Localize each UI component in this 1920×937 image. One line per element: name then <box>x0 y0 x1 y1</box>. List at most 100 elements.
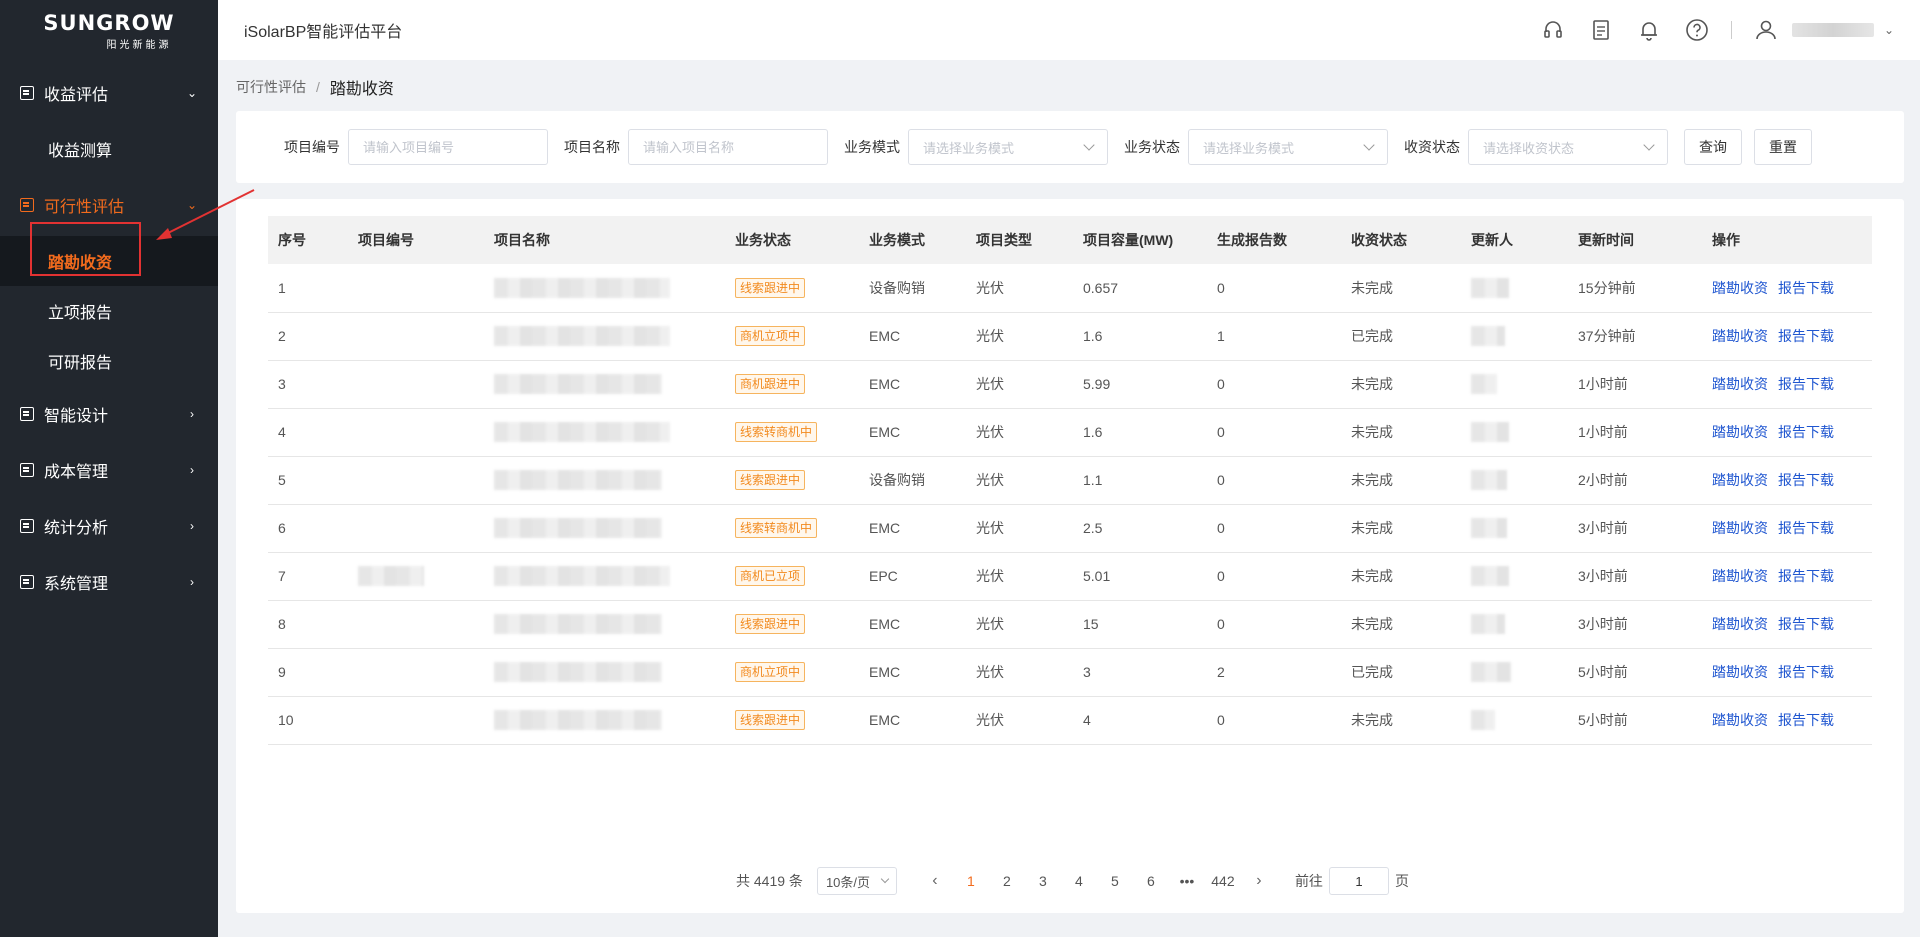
survey-collect-link[interactable]: 踏勘收资 <box>1712 712 1768 728</box>
cell-status: 商机立项中 <box>725 312 859 360</box>
survey-collect-link[interactable]: 踏勘收资 <box>1712 616 1768 632</box>
redacted-project-name <box>494 710 662 730</box>
document-icon[interactable] <box>1589 18 1613 42</box>
menu-group-label: 成本管理 <box>44 464 109 481</box>
page-number[interactable]: 4 <box>1061 873 1097 889</box>
page-number[interactable]: 3 <box>1025 873 1061 889</box>
menu-item-survey-collect[interactable]: 踏勘收资 <box>0 236 218 286</box>
collect-status-select[interactable]: 请选择收资状态 <box>1468 129 1668 165</box>
report-download-link[interactable]: 报告下载 <box>1778 280 1834 296</box>
bell-icon[interactable] <box>1637 18 1661 42</box>
report-download-link[interactable]: 报告下载 <box>1778 520 1834 536</box>
cell-project-name <box>484 600 725 648</box>
reset-button[interactable]: 重置 <box>1754 129 1812 165</box>
cell-capacity: 3 <box>1083 664 1091 680</box>
report-download-link[interactable]: 报告下载 <box>1778 472 1834 488</box>
cell-no: 2 <box>278 328 286 344</box>
chevron-down-icon <box>1083 139 1095 151</box>
menu-group-label: 系统管理 <box>44 576 109 593</box>
status-badge: 商机已立项 <box>735 566 806 586</box>
table-row: 1 线索跟进中 设备购销 光伏 0.657 0 未完成 15分钟前 踏勘收资 报告下载 <box>268 264 1872 312</box>
cell-no: 5 <box>278 472 286 488</box>
report-download-link[interactable]: 报告下载 <box>1778 424 1834 440</box>
cell-project-name <box>484 504 725 552</box>
cell-update-time: 37分钟前 <box>1578 328 1636 344</box>
goto-page-input[interactable] <box>1328 867 1389 895</box>
cell-mode: EMC <box>869 424 901 440</box>
chevron-down-icon <box>880 874 890 884</box>
report-icon <box>20 86 34 100</box>
chevron-right-icon: › <box>190 463 194 477</box>
menu-group-feasibility[interactable]: 可行性评估 ⌄ <box>0 174 218 236</box>
biz-mode-select[interactable]: 请选择业务模式 <box>908 129 1108 165</box>
user-icon[interactable] <box>1754 18 1778 42</box>
report-download-link[interactable]: 报告下载 <box>1778 664 1834 680</box>
cell-updater <box>1461 264 1568 312</box>
cell-type: 光伏 <box>976 279 1004 296</box>
query-button[interactable]: 查询 <box>1684 129 1742 165</box>
menu-item-project-report[interactable]: 立项报告 <box>0 286 218 336</box>
project-name-input[interactable] <box>628 129 828 165</box>
sidebar: SUNGROW 阳光新能源 收益评估 ⌄ 收益测算 可行性评估 ⌄ 踏勘收资 立… <box>0 0 218 937</box>
column-header: 收资状态 <box>1351 232 1407 248</box>
menu-group-system[interactable]: 系统管理 › <box>0 554 218 610</box>
survey-collect-link[interactable]: 踏勘收资 <box>1712 568 1768 584</box>
page-ellipsis[interactable]: ••• <box>1169 873 1205 889</box>
page-number[interactable]: 5 <box>1097 873 1133 889</box>
breadcrumb-parent[interactable]: 可行性评估 <box>236 77 306 97</box>
page-number[interactable]: 442 <box>1205 873 1241 889</box>
page-size-select[interactable]: 10条/页 <box>816 867 897 895</box>
next-page-button[interactable]: › <box>1241 872 1277 890</box>
survey-collect-link[interactable]: 踏勘收资 <box>1712 424 1768 440</box>
survey-collect-link[interactable]: 踏勘收资 <box>1712 280 1768 296</box>
headset-icon[interactable] <box>1541 18 1565 42</box>
cell-project-name <box>484 264 725 312</box>
cell-update-time: 2小时前 <box>1578 472 1628 488</box>
cell-report-count: 0 <box>1217 279 1225 296</box>
cell-update-time: 3小时前 <box>1578 568 1628 584</box>
report-download-link[interactable]: 报告下载 <box>1778 376 1834 392</box>
page-number[interactable]: 6 <box>1133 873 1169 889</box>
report-download-link[interactable]: 报告下载 <box>1778 616 1834 632</box>
redacted-updater <box>1471 470 1507 490</box>
prev-page-button[interactable]: ‹ <box>917 872 953 890</box>
redacted-project-name <box>494 277 670 298</box>
report-download-link[interactable]: 报告下载 <box>1778 568 1834 584</box>
menu-group-smart-design[interactable]: 智能设计 › <box>0 386 218 442</box>
biz-status-select[interactable]: 请选择业务模式 <box>1188 129 1388 165</box>
table-row: 10 线索跟进中 EMC 光伏 4 0 未完成 5小时前 踏勘收资 报告下载 <box>268 696 1872 744</box>
redacted-updater <box>1471 662 1511 682</box>
cell-update-time: 1小时前 <box>1578 376 1628 392</box>
help-icon[interactable] <box>1685 18 1709 42</box>
chevron-right-icon: › <box>190 407 194 421</box>
menu-item-revenue-calc[interactable]: 收益测算 <box>0 124 218 174</box>
cell-actions: 踏勘收资 报告下载 <box>1702 408 1872 456</box>
report-download-link[interactable]: 报告下载 <box>1778 712 1834 728</box>
column-header: 项目类型 <box>976 232 1032 248</box>
table-row: 7 商机已立项 EPC 光伏 5.01 0 未完成 3小时前 踏勘收资 报告下载 <box>268 552 1872 600</box>
menu-group-stats[interactable]: 统计分析 › <box>0 498 218 554</box>
menu-group-revenue[interactable]: 收益评估 ⌄ <box>0 62 218 124</box>
chevron-right-icon: › <box>190 575 194 589</box>
page-number[interactable]: 2 <box>989 873 1025 889</box>
menu-item-feasibility-report[interactable]: 可研报告 <box>0 336 218 386</box>
survey-collect-link[interactable]: 踏勘收资 <box>1712 328 1768 344</box>
cell-collect-status: 未完成 <box>1351 616 1393 632</box>
project-no-input[interactable] <box>348 129 548 165</box>
survey-collect-link[interactable]: 踏勘收资 <box>1712 472 1768 488</box>
survey-collect-link[interactable]: 踏勘收资 <box>1712 664 1768 680</box>
report-download-link[interactable]: 报告下载 <box>1778 328 1834 344</box>
survey-collect-link[interactable]: 踏勘收资 <box>1712 376 1768 392</box>
goto-label: 前往 <box>1294 873 1323 889</box>
cell-type: 光伏 <box>976 568 1004 584</box>
status-badge: 商机立项中 <box>735 662 806 682</box>
redacted-project-name <box>494 470 662 490</box>
cell-capacity: 1.6 <box>1083 328 1103 344</box>
menu-group-cost[interactable]: 成本管理 › <box>0 442 218 498</box>
survey-collect-link[interactable]: 踏勘收资 <box>1712 520 1768 536</box>
user-name[interactable] <box>1791 23 1874 37</box>
page-number[interactable]: 1 <box>953 873 989 889</box>
chevron-down-icon[interactable]: ⌄ <box>1884 23 1894 37</box>
cell-actions: 踏勘收资 报告下载 <box>1702 648 1872 696</box>
cell-updater <box>1461 648 1568 696</box>
